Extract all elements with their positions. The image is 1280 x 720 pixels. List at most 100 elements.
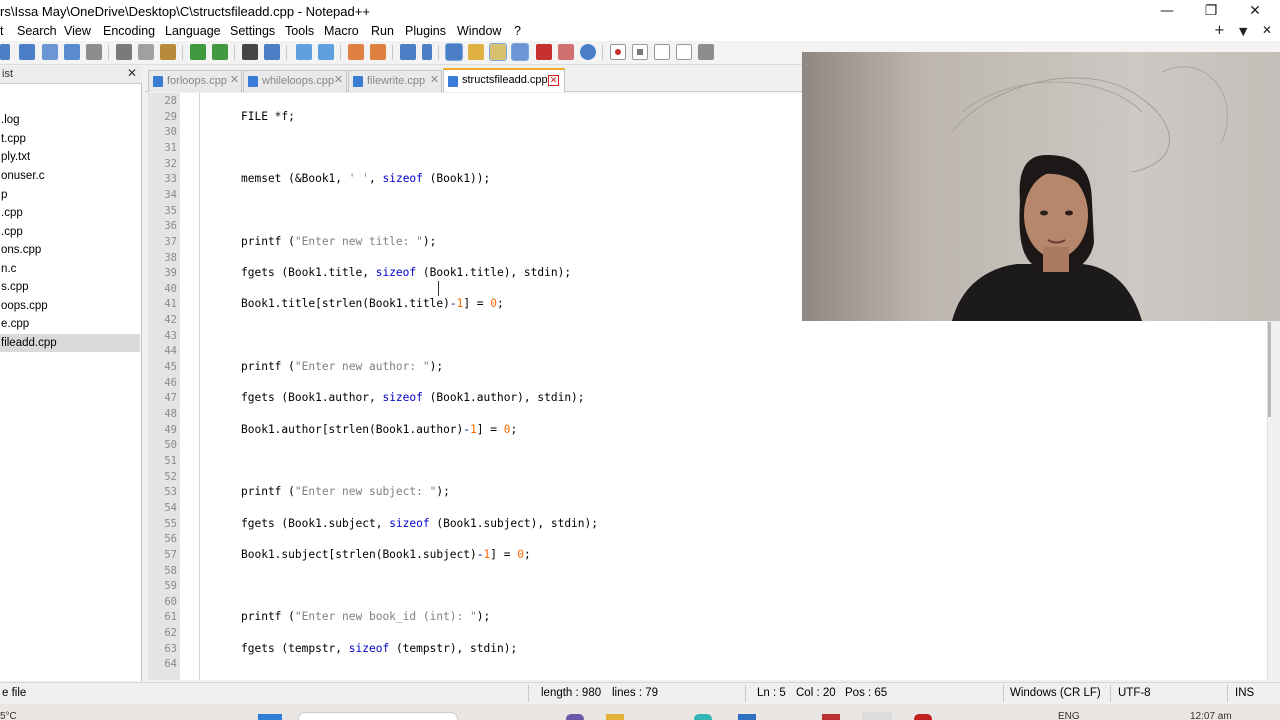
list-item[interactable]: .log [0, 111, 140, 129]
clock-time[interactable]: 12:07 am [1190, 711, 1232, 720]
list-item[interactable]: oops.cpp [0, 297, 140, 315]
zoom-in-icon[interactable] [296, 44, 312, 60]
status-bar: e file length : 980 lines : 79 Ln : 5 Co… [0, 682, 1280, 704]
code-line[interactable]: Book1.subject[strlen(Book1.subject)-1] =… [241, 548, 531, 561]
line-number: 39 [164, 267, 177, 280]
tab-close-icon[interactable]: ✕ [229, 74, 240, 85]
code-line[interactable]: FILE *f; [241, 110, 295, 123]
menu-window[interactable]: Window [457, 24, 501, 38]
cut-icon[interactable] [116, 44, 132, 60]
weather-temperature[interactable]: 5°C [0, 711, 17, 720]
language-indicator[interactable]: ENG [1058, 711, 1080, 720]
paste-icon[interactable] [160, 44, 176, 60]
find-icon[interactable] [242, 44, 258, 60]
eye-icon[interactable] [580, 44, 596, 60]
maximize-button[interactable]: ❐ [1196, 2, 1226, 20]
open-file-icon[interactable] [0, 44, 10, 60]
store-icon[interactable] [738, 714, 756, 720]
code-line[interactable]: printf ("Enter new title: "); [241, 235, 436, 248]
tab-close-icon[interactable]: ✕ [548, 75, 559, 86]
menu-file[interactable]: t [0, 24, 3, 38]
code-line[interactable]: fgets (Book1.title, sizeof (Book1.title)… [241, 266, 571, 279]
list-item[interactable]: .cpp [0, 223, 140, 241]
list-item[interactable]: p [0, 186, 140, 204]
list-item[interactable]: n.c [0, 260, 140, 278]
list-item[interactable]: onuser.c [0, 167, 140, 185]
tab-label: whileloops.cpp [262, 75, 335, 87]
save-icon[interactable] [19, 44, 35, 60]
scrollbar-thumb[interactable] [1268, 322, 1271, 417]
copy-icon[interactable] [138, 44, 154, 60]
menu-help[interactable]: ? [514, 24, 521, 38]
menu-run[interactable]: Run [371, 24, 394, 38]
code-line[interactable]: fgets (tempstr, sizeof (tempstr), stdin)… [241, 642, 517, 655]
function-list-icon[interactable] [489, 43, 507, 61]
indent-guide-icon[interactable] [445, 43, 463, 61]
code-line[interactable]: printf ("Enter new author: "); [241, 360, 443, 373]
record-macro-icon[interactable] [610, 44, 626, 60]
run-macro-icon[interactable] [676, 44, 692, 60]
list-item[interactable]: .cpp [0, 204, 140, 222]
tab-list-icon[interactable]: ▼ [1239, 25, 1247, 38]
code-line[interactable]: fgets (Book1.author, sizeof (Book1.autho… [241, 391, 585, 404]
close-document-icon[interactable]: ✕ [1262, 23, 1272, 37]
tab-forloops[interactable]: forloops.cpp ✕ [148, 70, 242, 92]
tab-structsfileadd[interactable]: structsfileadd.cpp ✕ [443, 68, 565, 92]
stop-macro-icon[interactable] [632, 44, 648, 60]
code-line[interactable]: memset (&Book1, ' ', sizeof (Book1)); [241, 172, 490, 185]
file-explorer-icon[interactable] [606, 714, 624, 720]
taskbar-app-icon[interactable] [914, 714, 932, 720]
list-item-selected[interactable]: fileadd.cpp [0, 334, 140, 352]
menu-language[interactable]: Language [165, 24, 221, 38]
notepad-plus-plus-taskbar-icon[interactable] [862, 712, 892, 720]
show-all-chars-icon[interactable] [422, 44, 432, 60]
code-line[interactable]: fgets (Book1.subject, sizeof (Book1.subj… [241, 517, 598, 530]
play-macro-icon[interactable] [654, 44, 670, 60]
code-line[interactable]: Book1.author[strlen(Book1.author)-1] = 0… [241, 423, 517, 436]
sync-h-icon[interactable] [370, 44, 386, 60]
zoom-out-icon[interactable] [318, 44, 334, 60]
tab-close-icon[interactable]: ✕ [333, 74, 344, 85]
tab-whileloops[interactable]: whileloops.cpp ✕ [243, 70, 347, 92]
minimize-button[interactable]: — [1152, 2, 1182, 20]
code-line[interactable]: printf ("Enter new book_id (int): "); [241, 610, 490, 623]
mail-icon[interactable] [822, 714, 840, 720]
save-macro-icon[interactable] [698, 44, 714, 60]
save-all-icon[interactable] [42, 44, 58, 60]
word-wrap-icon[interactable] [400, 44, 416, 60]
menu-search[interactable]: Search [17, 24, 57, 38]
close-window-button[interactable]: ✕ [1240, 2, 1270, 20]
tab-close-icon[interactable]: ✕ [429, 74, 440, 85]
list-item[interactable]: t.cpp [0, 130, 140, 148]
tab-filewrite[interactable]: filewrite.cpp ✕ [348, 70, 442, 92]
taskbar-app-icon[interactable] [566, 714, 584, 720]
taskbar-search-box[interactable] [298, 712, 458, 720]
code-line[interactable]: printf ("Enter new subject: "); [241, 485, 450, 498]
menu-tools[interactable]: Tools [285, 24, 314, 38]
doc-list-icon[interactable] [558, 44, 574, 60]
edge-icon[interactable] [694, 714, 712, 720]
redo-icon[interactable] [212, 44, 228, 60]
list-item[interactable]: e.cpp [0, 315, 140, 333]
close-file-icon[interactable] [64, 44, 80, 60]
menu-view[interactable]: View [64, 24, 91, 38]
panel-close-icon[interactable]: ✕ [127, 66, 137, 80]
list-item[interactable]: s.cpp [0, 278, 140, 296]
code-token-kw: sizeof [382, 391, 423, 405]
list-item[interactable]: ply.txt [0, 148, 140, 166]
print-icon[interactable] [86, 44, 102, 60]
list-item[interactable]: ons.cpp [0, 241, 140, 259]
menu-macro[interactable]: Macro [324, 24, 359, 38]
sync-v-icon[interactable] [348, 44, 364, 60]
folder-workspace-icon[interactable] [511, 43, 529, 61]
new-tab-icon[interactable]: + [1214, 23, 1225, 38]
menu-plugins[interactable]: Plugins [405, 24, 446, 38]
monitoring-icon[interactable] [536, 44, 552, 60]
replace-icon[interactable] [264, 44, 280, 60]
doc-map-icon[interactable] [468, 44, 484, 60]
start-icon[interactable] [258, 714, 282, 720]
menu-encoding[interactable]: Encoding [103, 24, 155, 38]
code-line[interactable]: Book1.title[strlen(Book1.title)-1] = 0; [241, 297, 504, 310]
menu-settings[interactable]: Settings [230, 24, 275, 38]
undo-icon[interactable] [190, 44, 206, 60]
